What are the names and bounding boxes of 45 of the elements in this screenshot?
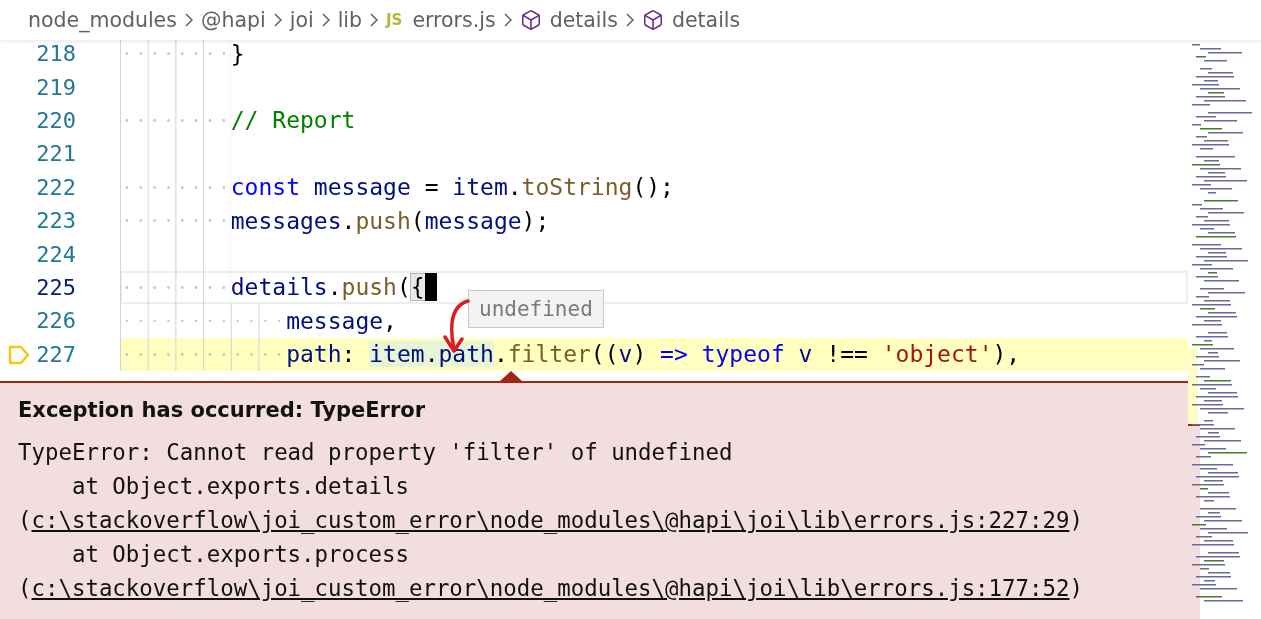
breadcrumb-item[interactable]: errors.js bbox=[412, 8, 496, 32]
line-number: 222 bbox=[36, 174, 77, 200]
code-comment: // Report bbox=[230, 107, 356, 134]
breadcrumb-item[interactable]: @hapi bbox=[200, 8, 266, 32]
chevron-right-icon bbox=[625, 13, 634, 27]
chevron-right-icon bbox=[321, 13, 330, 27]
breadcrumb-item[interactable]: joi bbox=[289, 8, 314, 32]
file-link[interactable]: c:\stackoverflow\joi_custom_error\node_modules\@hapi\joi\lib\errors.js:177:52 bbox=[31, 575, 1070, 601]
cube-icon bbox=[641, 9, 664, 31]
line-number: 221 bbox=[36, 141, 77, 167]
stack-trace-text: TypeError: Cannot read property 'filter' of undefined bbox=[18, 439, 733, 465]
chevron-right-icon bbox=[370, 13, 379, 27]
chevron-right-icon bbox=[503, 13, 512, 27]
cube-icon bbox=[519, 9, 542, 31]
code-text: const message = item.toString(); bbox=[230, 174, 674, 201]
chevron-right-icon bbox=[273, 13, 282, 27]
file-link[interactable]: c:\stackoverflow\joi_custom_error\node_modules\@hapi\joi\lib\errors.js:227:29 bbox=[31, 507, 1070, 533]
line-number: 223 bbox=[36, 208, 77, 234]
chevron-right-icon bbox=[184, 13, 193, 27]
breadcrumb-item[interactable]: details bbox=[671, 8, 741, 32]
exception-title: Exception has occurred: TypeError bbox=[18, 397, 427, 423]
breadcrumb-item[interactable]: node_modules bbox=[28, 8, 177, 32]
breadcrumb-item[interactable]: details bbox=[549, 8, 618, 32]
hover-tooltip: undefined bbox=[468, 290, 604, 328]
line-number: 220 bbox=[36, 107, 77, 133]
code-text: messages.push(message); bbox=[230, 207, 550, 234]
code-text: details.push({ bbox=[230, 274, 425, 301]
line-number: 219 bbox=[36, 74, 77, 100]
stack-trace-text: ) bbox=[1069, 507, 1083, 533]
code-text: } bbox=[230, 40, 245, 67]
line-number: 225 bbox=[36, 274, 77, 300]
breakpoint-icon bbox=[8, 343, 30, 366]
stack-trace-text: ( bbox=[18, 575, 32, 601]
code-text: message, bbox=[286, 307, 397, 334]
js-file-icon: JS bbox=[386, 11, 403, 29]
stack-trace-text: at Object.exports.process bbox=[70, 541, 409, 567]
line-number: 224 bbox=[36, 241, 77, 267]
code-text: path: item.path.filter((v) => typeof v !== 'object'), bbox=[286, 341, 1021, 368]
line-number: 218 bbox=[36, 41, 77, 67]
stack-trace-text: ) bbox=[1069, 575, 1083, 601]
line-number: 226 bbox=[36, 308, 77, 334]
line-number: 227 bbox=[36, 341, 77, 367]
stack-trace-text: ( bbox=[18, 507, 32, 533]
stack-trace-text: at Object.exports.details bbox=[70, 473, 409, 499]
breadcrumb-item[interactable]: lib bbox=[337, 8, 363, 32]
